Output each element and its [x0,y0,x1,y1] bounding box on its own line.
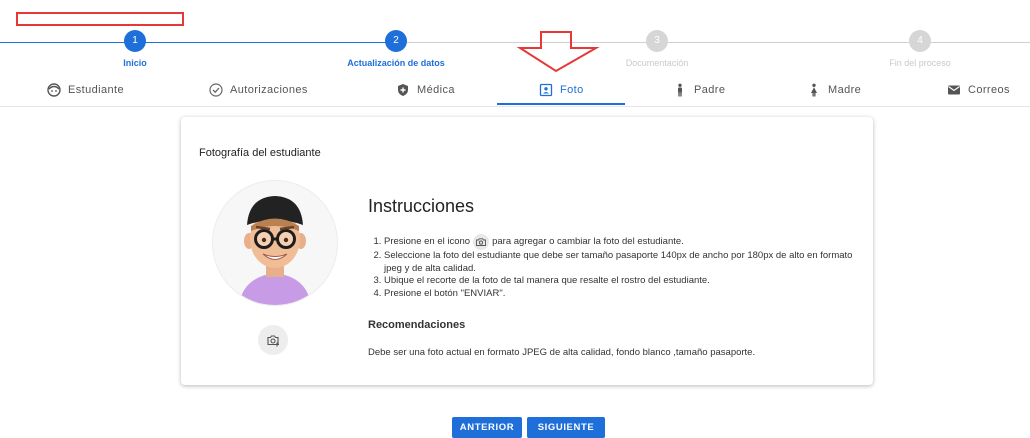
tab-label: Foto [560,83,584,96]
tab-label: Autorizaciones [230,83,308,96]
back-button[interactable]: ANTERIOR [452,417,522,438]
tab-label: Correos [968,83,1010,96]
step-actualizacion[interactable]: 2 Actualización de datos [316,30,476,68]
card-title: Fotografía del estudiante [199,147,321,159]
instruction-item: Ubique el recorte de la foto de tal mane… [384,275,864,288]
student-avatar [212,180,338,306]
instruction-item: Seleccione la foto del estudiante que de… [384,250,864,275]
recommendations-text: Debe ser una foto actual en formato JPEG… [368,347,756,358]
step-number: 2 [385,30,407,52]
annotation-arrow-icon [516,31,600,73]
mail-icon [947,83,961,97]
step-number: 4 [909,30,931,52]
camera-icon [473,234,490,250]
step-number: 1 [124,30,146,52]
annotation-rectangle [16,12,184,26]
step-label: Fin del proceso [889,58,951,68]
step-inicio[interactable]: 1 Inicio [55,30,215,68]
next-button[interactable]: SIGUIENTE [527,417,605,438]
tab-label: Médica [417,83,455,96]
tab-madre[interactable]: Madre [807,74,861,105]
woman-icon [807,83,821,97]
recommendations-title: Recomendaciones [368,319,466,331]
tab-estudiante[interactable]: Estudiante [47,74,124,105]
progress-stepper: 1 Inicio 2 Actualización de datos 3 Docu… [0,30,1030,72]
tab-medica[interactable]: Médica [396,74,455,105]
tab-label: Madre [828,83,862,96]
step-documentacion[interactable]: 3 Documentación [577,30,737,68]
shield-icon [396,83,410,97]
active-tab-indicator [497,103,625,105]
instructions-list: Presione en el icono para agregar o cambi… [368,234,864,300]
instruction-item: Presione en el icono para agregar o cambi… [384,234,864,250]
instruction-text: Presione en el icono [384,236,471,247]
change-photo-button[interactable] [258,325,288,355]
face-icon [47,82,61,97]
instruction-item: Presione el botón "ENVIAR". [384,288,864,301]
portrait-icon [539,83,553,97]
tab-label: Estudiante [68,83,124,96]
check-circle-icon [209,82,223,97]
step-fin[interactable]: 4 Fin del proceso [840,30,1000,68]
tab-correos[interactable]: Correos [947,74,1010,105]
step-number: 3 [646,30,668,52]
instruction-text: para agregar o cambiar la foto del estud… [492,236,684,247]
tab-foto[interactable]: Foto [539,74,584,105]
tab-label: Padre [694,83,726,96]
step-label: Inicio [123,58,147,68]
step-label: Actualización de datos [347,58,445,68]
add-photo-icon [267,335,279,347]
photo-card: Fotografía del estudiante Instrucciones … [181,117,873,385]
tab-padre[interactable]: Padre [673,74,725,105]
instructions-title: Instrucciones [368,196,475,216]
man-icon [673,83,687,97]
step-label: Documentación [625,58,689,68]
tab-autorizaciones[interactable]: Autorizaciones [209,74,308,105]
